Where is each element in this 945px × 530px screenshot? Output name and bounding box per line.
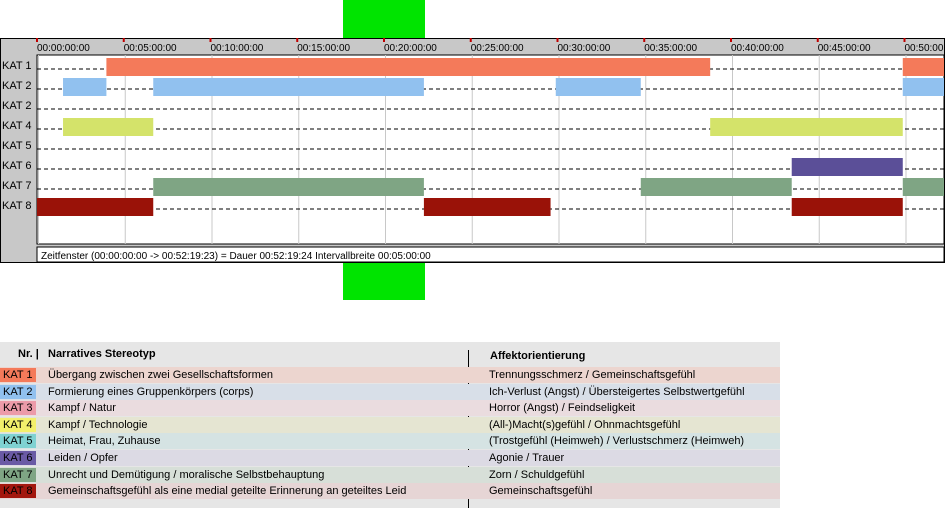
legend-row: KAT 3 Kampf / Natur Horror (Angst) / Feind… — [0, 400, 780, 417]
legend-row: KAT 1 Übergang zwischen zwei Gesellschaft… — [0, 367, 780, 383]
tick-label: 00:05:00:00 — [124, 43, 177, 54]
affekt-text: (Trostgefühl (Heimweh) / Verlustschmerz … — [489, 435, 745, 448]
affekt-text: Trennungsschmerz / Gemeinschaftsgefühl — [489, 369, 696, 381]
tick-label: 00:15:00:00 — [297, 43, 350, 54]
tick-label: 00:25:00:00 — [471, 43, 524, 54]
stereotyp-text: Leiden / Opfer — [48, 452, 118, 464]
bar — [63, 118, 154, 136]
tick-label: 00:10:00:00 — [211, 43, 264, 54]
legend-row: KAT 4 Kampf / Technologie (All-)Macht(s)ge… — [0, 416, 780, 433]
tick-label: 00:30:00:00 — [558, 43, 611, 54]
affekt-text: Zorn / Schuldgefühl — [489, 468, 585, 481]
kat-badge: KAT 1 — [0, 368, 36, 382]
bar — [63, 78, 107, 96]
row-label: KAT 5 — [2, 140, 32, 152]
affekt-text: Ich-Verlust (Angst) / Übersteigertes Sel… — [489, 385, 745, 398]
tick-label: 00:50:00 — [905, 43, 944, 54]
green-marker-top — [343, 0, 425, 39]
affekt-text: Horror (Angst) / Feindseligkeit — [489, 402, 636, 415]
bar — [902, 58, 944, 76]
row-label: KAT 6 — [2, 160, 32, 172]
footer-label: Zeitfenster (00:00:00:00 -> 00:52:19:23)… — [41, 251, 431, 262]
kat-badge: KAT 2 — [0, 384, 36, 399]
bar — [902, 78, 944, 96]
legend-row: KAT 7 Unrecht und Demütigung / moralische… — [0, 466, 780, 483]
bar — [555, 78, 641, 96]
kat-badge: KAT 3 — [0, 401, 36, 416]
stereotyp-text: Gemeinschaftsgefühl als eine medial gete… — [48, 485, 407, 498]
row-label: KAT 2 — [2, 100, 32, 112]
kat-badge: KAT 5 — [0, 434, 36, 449]
stereotyp-text: Unrecht und Demütigung / moralische Selb… — [48, 468, 325, 481]
bar — [106, 58, 711, 76]
row-label: KAT 7 — [2, 180, 32, 192]
header-stereotyp: Narratives Stereotyp — [48, 348, 156, 360]
stereotyp-text: Formierung eines Gruppenkörpers (corps) — [48, 385, 254, 398]
bar — [153, 78, 424, 96]
legend-row: KAT 2 Formierung eines Gruppenkörpers (co… — [0, 383, 780, 400]
stereotyp-text: Übergang zwischen zwei Gesellschaftsform… — [48, 369, 273, 381]
kat-badge: KAT 8 — [0, 484, 36, 499]
timeline-chart: 00:00:00:00 00:05:00:00 00:10:00:00 00:15:0… — [0, 38, 945, 263]
timeline-svg: 00:00:00:00 00:05:00:00 00:10:00:00 00:15:0… — [0, 38, 945, 263]
bar — [37, 198, 154, 216]
bar — [423, 198, 551, 216]
bar — [640, 178, 792, 196]
tick-label: 00:35:00:00 — [644, 43, 697, 54]
legend-row: KAT 6 Leiden / Opfer Agonie / Trauer — [0, 450, 780, 466]
affekt-text: (All-)Macht(s)gefühl / Ohnmachtsgefühl — [489, 418, 681, 431]
green-marker-bottom — [343, 262, 425, 300]
bar — [153, 178, 424, 196]
affekt-text: Gemeinschaftsgefühl — [489, 485, 593, 498]
bar — [902, 178, 944, 196]
header-affekt: Affektorientierung — [490, 350, 586, 362]
stereotyp-text: Kampf / Technologie — [48, 418, 148, 431]
tick-label: 00:40:00:00 — [731, 43, 784, 54]
row-label: KAT 1 — [2, 60, 32, 72]
row-label: KAT 2 — [2, 80, 32, 92]
stereotyp-text: Kampf / Natur — [48, 402, 116, 415]
kat-badge: KAT 4 — [0, 417, 36, 432]
bar — [791, 158, 903, 176]
stereotyp-text: Heimat, Frau, Zuhause — [48, 435, 161, 448]
bar — [710, 118, 903, 136]
tick-label: 00:45:00:00 — [818, 43, 871, 54]
kat-badge: KAT 7 — [0, 467, 36, 482]
legend-table: Nr. | Narratives Stereotyp Affektorienti… — [0, 342, 780, 508]
row-label: KAT 4 — [2, 120, 32, 132]
affekt-text: Agonie / Trauer — [489, 452, 565, 464]
legend-row: KAT 5 Heimat, Frau, Zuhause (Trostgefühl (… — [0, 433, 780, 450]
legend-row: KAT 8 Gemeinschaftsgefühl als eine medial… — [0, 483, 780, 500]
row-label: KAT 8 — [2, 200, 32, 212]
kat-badge: KAT 6 — [0, 451, 36, 465]
tick-label: 00:00:00:00 — [37, 43, 90, 54]
bar — [791, 198, 903, 216]
tick-label: 00:20:00:00 — [384, 43, 437, 54]
header-nr: Nr. | — [18, 348, 39, 360]
